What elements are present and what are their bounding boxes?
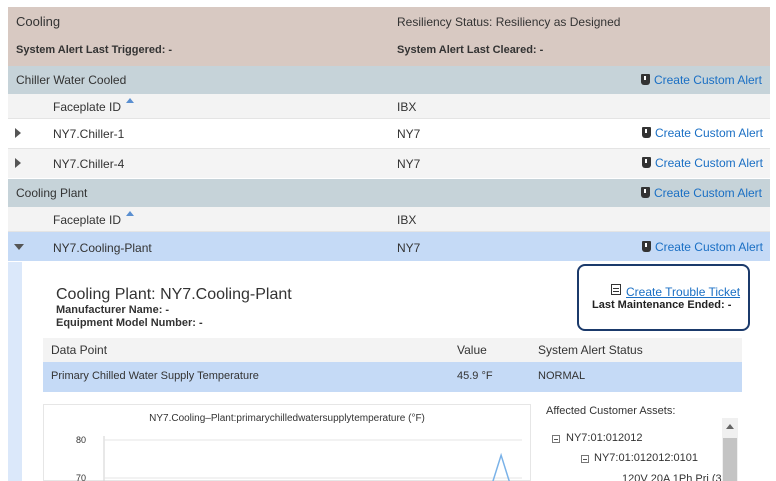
- column-header-row: Faceplate ID IBX: [8, 207, 770, 231]
- resiliency-status: Resiliency Status: Resiliency as Designe…: [397, 15, 621, 29]
- column-faceplate-id[interactable]: Faceplate ID: [53, 213, 121, 227]
- section-chiller-water-cooled: Chiller Water Cooled Create Custom Alert: [8, 66, 770, 94]
- assets-scrollbar[interactable]: [722, 418, 738, 481]
- faceplate-id: NY7.Chiller-1: [53, 127, 125, 141]
- expand-caret-icon[interactable]: [15, 128, 21, 138]
- section-title: Chiller Water Cooled: [16, 73, 127, 87]
- table-row[interactable]: NY7.Chiller-1 NY7 Create Custom Alert: [8, 118, 770, 148]
- column-value: Value: [457, 343, 487, 357]
- sort-ascending-icon[interactable]: [126, 98, 134, 103]
- last-maintenance-ended: Last Maintenance Ended: -: [592, 299, 732, 311]
- sort-ascending-icon[interactable]: [126, 211, 134, 216]
- section-create-custom-alert-link[interactable]: Create Custom Alert: [640, 73, 762, 87]
- alert-icon: [641, 127, 651, 138]
- data-point-header-row: Data Point Value System Alert Status: [43, 338, 742, 362]
- faceplate-id: NY7.Chiller-4: [53, 157, 125, 171]
- detail-title: Cooling Plant: NY7.Cooling-Plant: [56, 286, 292, 303]
- equipment-model-number: Equipment Model Number: -: [56, 317, 203, 329]
- section-cooling-plant: Cooling Plant Create Custom Alert: [8, 179, 770, 207]
- column-ibx[interactable]: IBX: [397, 100, 416, 114]
- affected-assets-title: Affected Customer Assets:: [546, 405, 676, 417]
- faceplate-id: NY7.Cooling-Plant: [53, 241, 152, 255]
- temperature-chart-svg: NY7.Cooling–Plant:primarychilledwatersup…: [76, 413, 522, 481]
- chart-series-line: [492, 452, 510, 481]
- row-create-custom-alert-link[interactable]: Create Custom Alert: [641, 126, 763, 140]
- tree-node-label: NY7:01:012012: [566, 432, 643, 444]
- clipboard-icon: [611, 284, 621, 295]
- equipment-header: Cooling Resiliency Status: Resiliency as…: [8, 7, 770, 66]
- scroll-up-icon[interactable]: [726, 424, 734, 429]
- ibx-value: NY7: [397, 157, 421, 171]
- alert-last-triggered: System Alert Last Triggered: -: [16, 44, 173, 56]
- alert-icon: [640, 187, 650, 198]
- ibx-value: NY7: [397, 127, 421, 141]
- ibx-value: NY7: [397, 241, 421, 255]
- data-point-name: Primary Chilled Water Supply Temperature: [51, 370, 259, 382]
- tree-node-label: NY7:01:012012:0101: [594, 452, 698, 464]
- column-ibx[interactable]: IBX: [397, 213, 416, 227]
- collapse-caret-icon[interactable]: [14, 244, 24, 250]
- assets-tree: NY7:01:012012 NY7:01:012012:0101 120V 20…: [546, 420, 722, 481]
- expand-caret-icon[interactable]: [15, 158, 21, 168]
- column-header-row: Faceplate ID IBX: [8, 94, 770, 118]
- chart-title: NY7.Cooling–Plant:primarychilledwatersup…: [149, 413, 425, 424]
- column-data-point: Data Point: [51, 343, 108, 357]
- manufacturer-name: Manufacturer Name: -: [56, 304, 170, 316]
- table-row-selected[interactable]: NY7.Cooling-Plant NY7 Create Custom Aler…: [8, 231, 770, 261]
- scrollbar-thumb[interactable]: [723, 438, 737, 481]
- header-title: Cooling: [16, 14, 61, 29]
- column-faceplate-id[interactable]: Faceplate ID: [53, 100, 121, 114]
- table-row[interactable]: NY7.Chiller-4 NY7 Create Custom Alert: [8, 148, 770, 178]
- tree-node-label: 120V 20A 1Ph Pri (3: [622, 473, 722, 481]
- alert-icon: [641, 241, 651, 252]
- row-create-custom-alert-link[interactable]: Create Custom Alert: [641, 156, 763, 170]
- data-point-row[interactable]: Primary Chilled Water Supply Temperature…: [43, 362, 742, 392]
- temperature-chart: NY7.Cooling–Plant:primarychilledwatersup…: [43, 404, 531, 481]
- data-point-status: NORMAL: [538, 370, 586, 382]
- tree-collapse-icon[interactable]: [552, 435, 560, 443]
- trouble-ticket-box: Create Trouble Ticket Last Maintenance E…: [577, 264, 750, 331]
- chart-y-tick-label: 80: [76, 435, 86, 445]
- section-title: Cooling Plant: [16, 186, 88, 200]
- column-system-alert-status: System Alert Status: [538, 343, 643, 357]
- chart-y-tick-label: 70: [76, 473, 86, 481]
- section-create-custom-alert-link[interactable]: Create Custom Alert: [640, 186, 762, 200]
- tree-collapse-icon[interactable]: [581, 455, 589, 463]
- create-trouble-ticket-link[interactable]: Create Trouble Ticket: [626, 285, 740, 299]
- alert-last-cleared: System Alert Last Cleared: -: [397, 44, 544, 56]
- alert-icon: [641, 157, 651, 168]
- alert-icon: [640, 74, 650, 85]
- row-create-custom-alert-link[interactable]: Create Custom Alert: [641, 240, 763, 254]
- data-point-value: 45.9 °F: [457, 370, 493, 382]
